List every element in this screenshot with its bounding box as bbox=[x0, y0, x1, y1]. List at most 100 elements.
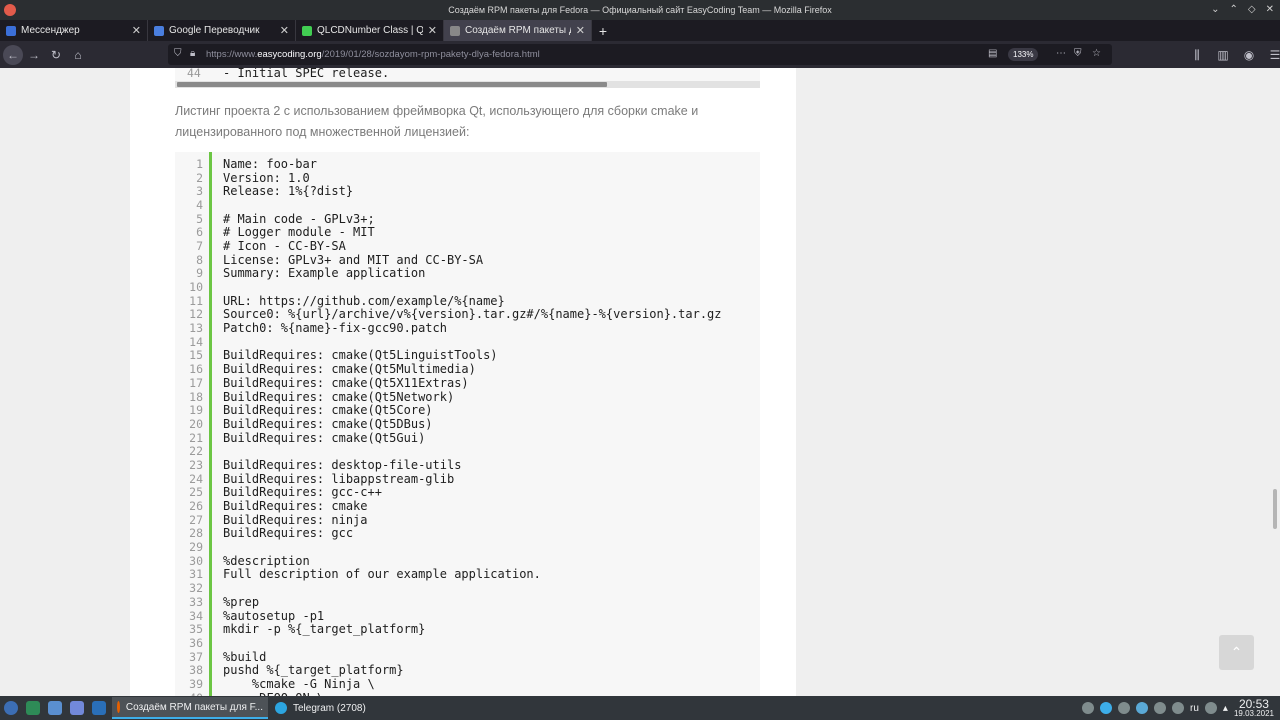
task-label: Telegram (2708) bbox=[293, 702, 366, 714]
line-number: 16 bbox=[189, 362, 203, 377]
fedora-menu-icon[interactable] bbox=[0, 696, 22, 720]
line-number: 44 bbox=[187, 68, 201, 80]
clock[interactable]: 20:53 19.03.2021 bbox=[1234, 698, 1274, 718]
line-number: 1 bbox=[196, 156, 203, 171]
tray-app-icon[interactable] bbox=[1082, 702, 1095, 714]
tab-google-translate[interactable]: Google Переводчик ✕ bbox=[148, 20, 296, 41]
tab-close-icon[interactable]: ✕ bbox=[132, 24, 141, 37]
url-prefix: https://www. bbox=[206, 49, 258, 60]
line-number: 35 bbox=[189, 622, 203, 637]
sidebar-icon[interactable]: ▥ bbox=[1212, 44, 1234, 66]
code-line-row: 14 bbox=[175, 335, 203, 349]
line-number: 24 bbox=[189, 471, 203, 486]
code-line: %build bbox=[223, 649, 267, 664]
code-line-row: 8 License: GPLv3+ and MIT and CC-BY-SA bbox=[175, 253, 483, 267]
line-number: 17 bbox=[189, 375, 203, 390]
code-line-row: 12 Source0: %{url}/archive/v%{version}.ta… bbox=[175, 307, 721, 321]
home-icon[interactable]: ⌂ bbox=[67, 44, 89, 66]
line-number: 22 bbox=[189, 444, 203, 459]
line-number: 19 bbox=[189, 403, 203, 418]
code-line: BuildRequires: cmake(Qt5X11Extras) bbox=[223, 375, 469, 390]
tab-close-icon[interactable]: ✕ bbox=[428, 24, 437, 37]
task-telegram[interactable]: Telegram (2708) bbox=[270, 697, 426, 719]
maximize-icon[interactable]: ⌃ bbox=[1230, 0, 1238, 20]
code-line: BuildRequires: cmake(Qt5DBus) bbox=[223, 416, 433, 431]
tab-rpm-packages[interactable]: Создаём RPM пакеты д ✕ bbox=[444, 20, 592, 41]
zoom-level[interactable]: 133% bbox=[1008, 48, 1039, 61]
tab-close-icon[interactable]: ✕ bbox=[280, 24, 289, 37]
clipboard-icon[interactable] bbox=[1154, 702, 1167, 714]
new-tab-icon[interactable]: + bbox=[592, 20, 614, 41]
code-line: Version: 1.0 bbox=[223, 170, 310, 185]
url-text[interactable]: https://www.easycoding.org/2019/01/28/so… bbox=[206, 49, 540, 60]
code-line-row: 3 Release: 1%{?dist} bbox=[175, 184, 353, 198]
tab-close-icon[interactable]: ✕ bbox=[576, 24, 585, 37]
line-number: 5 bbox=[196, 211, 203, 226]
vertical-scrollbar[interactable] bbox=[1270, 68, 1280, 696]
code-line-row: 18 BuildRequires: cmake(Qt5Network) bbox=[175, 390, 454, 404]
tray-expand-icon[interactable]: ▴ bbox=[1223, 703, 1228, 714]
code-line-row: 38 pushd %{_target_platform} bbox=[175, 663, 403, 677]
close-window-icon[interactable]: ✕ bbox=[1266, 0, 1274, 20]
keep-above-icon[interactable]: ◇ bbox=[1248, 0, 1256, 20]
back-icon[interactable]: ← bbox=[3, 44, 23, 65]
code-line-row: 35 mkdir -p %{_target_platform} bbox=[175, 622, 425, 637]
code-line: BuildRequires: cmake(Qt5LinguistTools) bbox=[223, 348, 498, 363]
media-pause-icon[interactable] bbox=[1118, 702, 1131, 714]
vertical-scrollbar-thumb[interactable] bbox=[1273, 489, 1277, 529]
code-line: BuildRequires: gcc-c++ bbox=[223, 485, 382, 500]
reader-view-icon[interactable]: ▤ bbox=[988, 48, 997, 59]
pocket-icon[interactable]: ⛨ bbox=[1074, 48, 1082, 59]
code-line: BuildRequires: cmake(Qt5Network) bbox=[223, 389, 455, 404]
volume-icon[interactable] bbox=[1172, 702, 1185, 714]
code-line: # Icon - CC-BY-SA bbox=[223, 238, 346, 253]
line-number: 23 bbox=[189, 457, 203, 472]
chat-launcher-icon[interactable] bbox=[66, 696, 88, 720]
network-wifi-icon[interactable] bbox=[1204, 702, 1217, 714]
code-line: Release: 1%{?dist} bbox=[223, 184, 354, 199]
page-content: 44 - Initial SPEC release. Листинг проек… bbox=[0, 68, 1280, 696]
shield-icon[interactable]: ⛉ bbox=[174, 48, 182, 59]
code-line: # Main code - GPLv3+; bbox=[223, 211, 375, 226]
horizontal-scrollbar-thumb[interactable] bbox=[177, 82, 607, 87]
url-domain: easycoding.org bbox=[257, 49, 322, 60]
tab-messenger[interactable]: Мессенджер ✕ bbox=[0, 20, 148, 41]
taskbar: Создаём RPM пакеты для F... Telegram (27… bbox=[0, 696, 1280, 720]
extension-icon[interactable]: ◉ bbox=[1238, 44, 1260, 66]
reload-icon[interactable]: ↻ bbox=[45, 44, 67, 66]
telegram-tray-icon[interactable] bbox=[1136, 702, 1149, 714]
task-label: Создаём RPM пакеты для F... bbox=[125, 701, 263, 713]
file-manager-launcher-icon[interactable] bbox=[44, 696, 66, 720]
window-title: Создаём RPM пакеты для Fedora — Официаль… bbox=[448, 5, 832, 15]
terminal-launcher-icon[interactable] bbox=[22, 696, 44, 720]
code-line-row: 23 BuildRequires: desktop-file-utils bbox=[175, 457, 461, 472]
spec-code-block: 1 Name: foo-bar 2 Version: 1.0 3 Release: 1%{… bbox=[175, 152, 760, 696]
lock-icon[interactable]: 🔒︎ bbox=[190, 48, 195, 59]
code-line: Summary: Example application bbox=[223, 266, 426, 281]
code-line: - Initial SPEC release. bbox=[223, 68, 390, 80]
code-line: mkdir -p %{_target_platform} bbox=[223, 622, 426, 637]
menu-icon[interactable]: ☰ bbox=[1264, 44, 1280, 66]
forward-icon[interactable]: → bbox=[23, 44, 45, 66]
minimize-icon[interactable]: ⌄ bbox=[1211, 0, 1219, 20]
task-firefox[interactable]: Создаём RPM пакеты для F... bbox=[112, 697, 268, 719]
horizontal-scrollbar[interactable] bbox=[175, 81, 760, 88]
code-line-row: 17 BuildRequires: cmake(Qt5X11Extras) bbox=[175, 375, 469, 390]
page-actions-icon[interactable]: ⋯ bbox=[1056, 48, 1066, 59]
bluetooth-icon[interactable] bbox=[1100, 702, 1113, 714]
code-line-row: 30 %description bbox=[175, 554, 310, 568]
tab-qlcdnumber[interactable]: QLCDNumber Class | Qt ✕ bbox=[296, 20, 444, 41]
code-line-row: 1 Name: foo-bar bbox=[175, 156, 317, 171]
bookmark-star-icon[interactable]: ☆ bbox=[1092, 48, 1101, 59]
tab-bar: Мессенджер ✕ Google Переводчик ✕ QLCDNum… bbox=[0, 20, 1280, 41]
code-line: BuildRequires: libappstream-glib bbox=[223, 471, 455, 486]
ide-launcher-icon[interactable] bbox=[88, 696, 110, 720]
code-line-row: 36 bbox=[175, 636, 203, 650]
library-icon[interactable]: ⫼ bbox=[1186, 44, 1208, 66]
tab-label: Google Переводчик bbox=[169, 25, 260, 36]
line-number: 13 bbox=[189, 321, 203, 336]
system-tray: ru ▴ 20:53 19.03.2021 bbox=[1082, 696, 1280, 720]
address-bar[interactable]: ⛉ 🔒︎ https://www.easycoding.org/2019/01/… bbox=[168, 44, 1112, 65]
scroll-to-top-button[interactable]: ⌃ bbox=[1219, 635, 1254, 670]
keyboard-layout[interactable]: ru bbox=[1190, 703, 1199, 714]
